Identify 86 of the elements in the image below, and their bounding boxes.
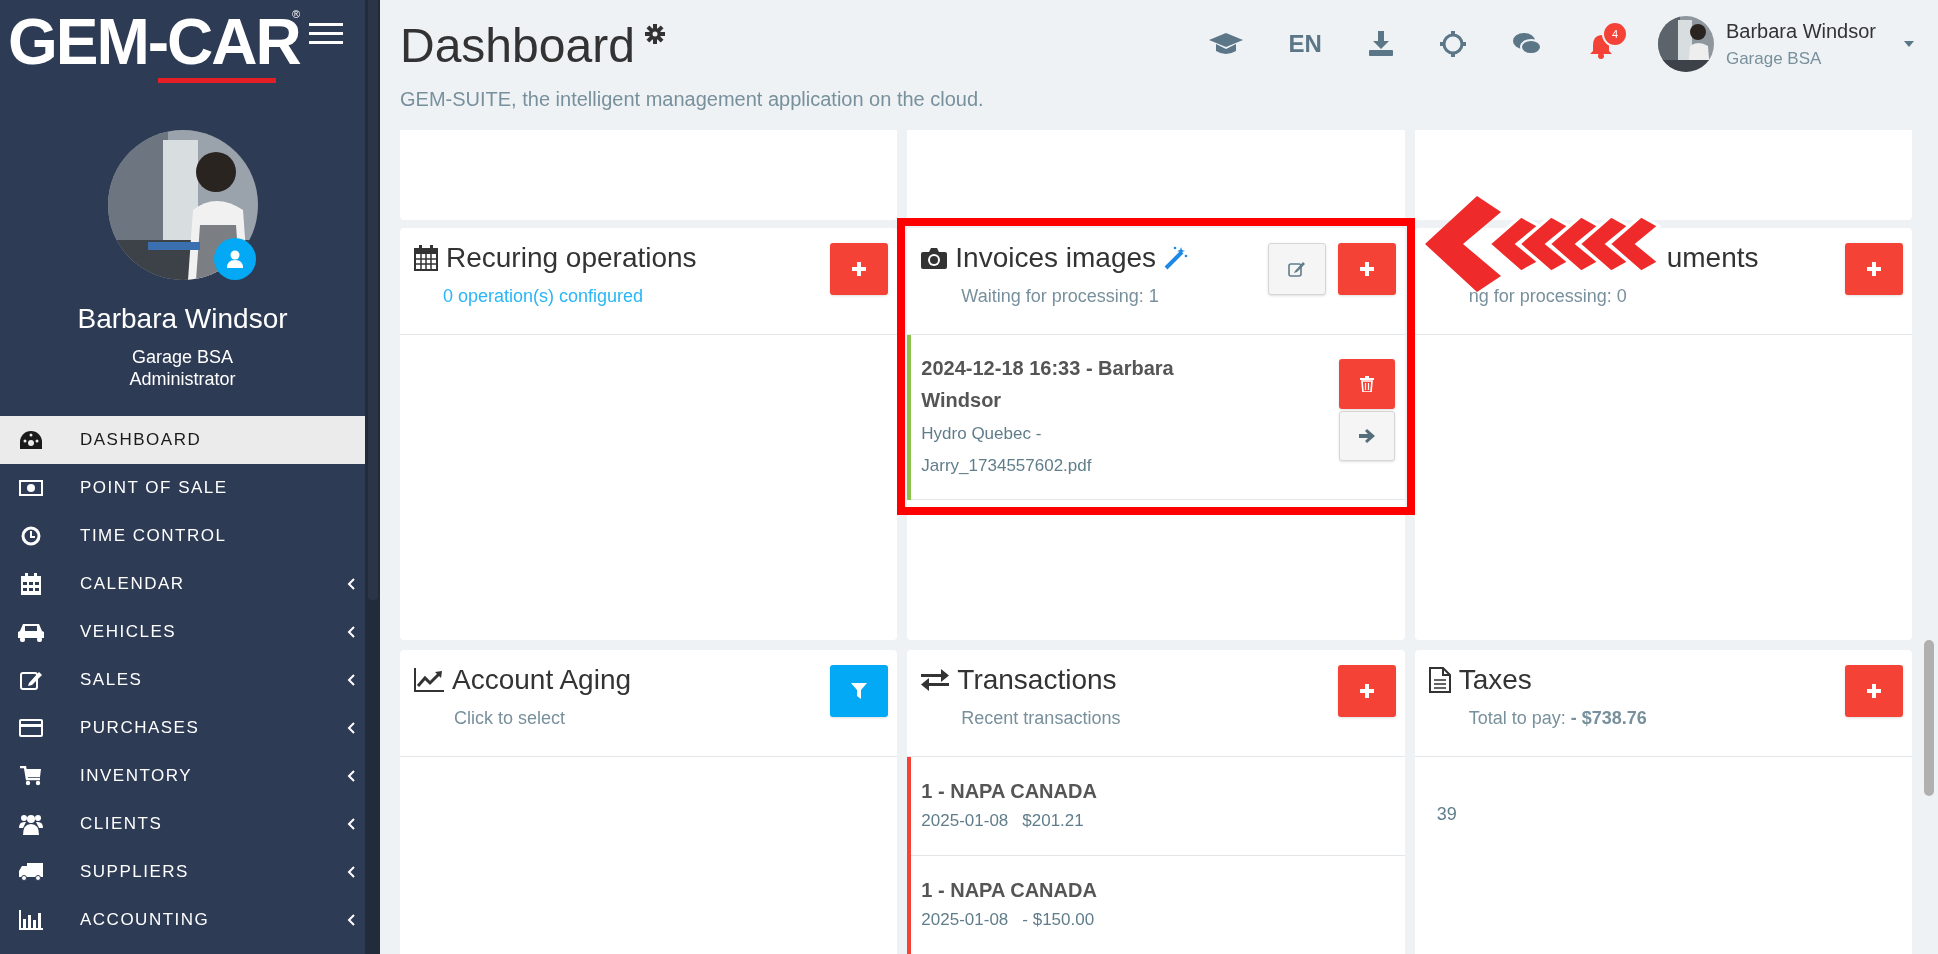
card-title: Invoices images [955,241,1157,275]
banknote-icon [19,480,43,496]
document-icon [1428,667,1451,693]
add-button[interactable] [1337,665,1396,717]
page-subtitle: GEM-SUITE, the intelligent management application on the cloud. [400,87,984,112]
item-title: 1 - NAPA CANADA [921,878,1097,903]
speedometer-icon [20,431,42,449]
card-value: 39 [1436,803,1458,826]
item-title: 2024-12-18 16:33 - Barbara Windsor [921,356,1175,413]
profile-badge[interactable] [213,238,256,280]
card-subtitle: Total to pay: - $738.76 [1468,707,1647,730]
add-button[interactable] [1845,665,1903,717]
chevron-left-icon [347,722,355,734]
chevron-left-icon [347,626,355,638]
graduation-cap-icon[interactable] [1208,31,1243,57]
users-icon [19,813,43,835]
item-amount: $201.21 [1022,810,1084,832]
card-title: Transactions [957,663,1117,697]
list-item[interactable]: 1 - NAPA CANADA 2025-01-08 - $150.00 [911,856,1405,954]
plus-icon [852,262,867,276]
item-detail: Hydro Quebec - Jarry_1734557602.pdf [921,423,1093,477]
card-title: uments [1666,241,1759,275]
exchange-icon [921,669,950,691]
card-title: Recuring operations [446,241,697,275]
delete-button[interactable] [1338,359,1395,409]
chevron-left-icon [347,770,355,782]
chevron-left-icon [347,866,355,878]
next-button[interactable] [1338,411,1395,461]
item-date: 2025-01-08 [921,810,1009,832]
logo: GEM-CAR® [8,4,308,88]
caret-icon[interactable] [1904,41,1914,47]
sidebar-item[interactable]: DASHBOARD [0,416,365,464]
add-button[interactable] [830,243,889,295]
add-button[interactable] [1337,243,1396,295]
calendar-icon [21,573,41,595]
edit-button[interactable] [1267,243,1326,295]
clock-icon [21,526,41,546]
credit-card-icon [19,719,43,737]
camera-icon [921,247,948,269]
scrollbar-thumb[interactable] [1924,640,1934,796]
item-amount: - $150.00 [1022,909,1095,931]
user-name: Barbara Windsor [77,302,288,336]
arrow-right-icon [1358,429,1375,443]
plus-icon [1867,262,1881,276]
add-button[interactable] [1845,243,1903,295]
car-icon [18,622,44,642]
menu-icon[interactable] [309,22,343,46]
chevron-left-icon [347,914,355,926]
filter-icon [851,683,868,699]
plus-icon [1867,684,1881,698]
line-chart-icon [414,668,444,692]
download-icon[interactable] [1367,31,1394,57]
plus-icon [1359,684,1374,698]
list-item[interactable]: 1 - NAPA CANADA 2025-01-08 $201.21 [911,757,1405,856]
list-item[interactable]: 2024-12-18 16:33 - Barbara Windsor Hydro Quebec - Jarry_1734557602.pdf [911,335,1405,500]
card-subtitle: Waiting for processing: 1 [961,285,1160,308]
page-title: Dashboard [400,18,635,74]
card-subtitle: Recent transactions [961,707,1121,730]
card-subtitle: ng for processing: 0 [1468,285,1628,308]
card-title: Taxes [1458,663,1532,697]
settings-icon[interactable] [644,24,665,44]
chevron-left-icon [347,578,355,590]
calendar-icon [414,245,438,271]
card-title: Account Aging [452,663,632,697]
chat-icon[interactable] [1511,32,1542,56]
notification-count: 4 [1601,21,1628,47]
plus-icon [1359,262,1374,276]
item-title: 1 - NAPA CANADA [921,779,1097,804]
user-company: Garage BSA [131,346,234,368]
magic-wand-icon[interactable] [1164,246,1189,270]
edit-icon [1287,261,1306,277]
user-role: Administrator [129,368,236,390]
user-company: Garage BSA [1725,48,1823,71]
chevron-left-icon [347,674,355,686]
language-selector[interactable]: EN [1288,26,1322,62]
cart-icon [20,766,42,786]
trash-icon [1359,376,1374,392]
truck-icon [19,862,43,882]
item-date: 2025-01-08 [921,909,1009,931]
filter-button[interactable] [830,665,889,717]
bar-chart-icon [19,910,43,930]
edit-icon [20,670,42,690]
user-icon [226,250,243,268]
user-name[interactable]: Barbara Windsor [1725,16,1876,47]
card-subtitle: Click to select [454,707,567,730]
chevron-left-icon [347,818,355,830]
